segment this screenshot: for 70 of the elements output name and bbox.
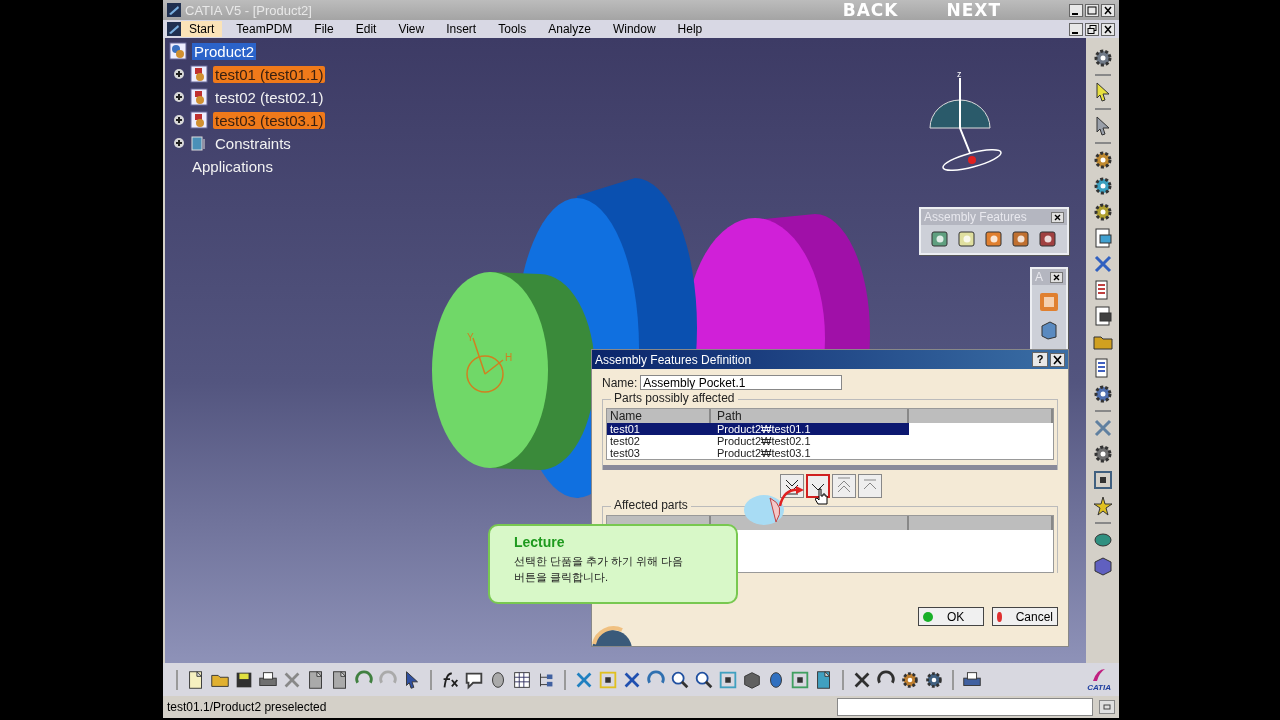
cancel-button[interactable]: Cancel <box>992 607 1058 626</box>
ok-button[interactable]: OK <box>918 607 984 626</box>
tree-item[interactable]: Constraints <box>213 134 293 152</box>
close-icon[interactable] <box>1101 22 1115 36</box>
tree-item[interactable]: test03 (test03.1) <box>213 111 326 129</box>
table-cell-text: test01 <box>609 423 641 435</box>
close-icon[interactable] <box>1050 352 1065 367</box>
expand-icon[interactable] <box>173 137 185 149</box>
menu-item[interactable]: Analyze <box>540 21 599 37</box>
dialog-title: Assembly Features Definition <box>595 352 753 367</box>
compass-drawing: z <box>920 68 1010 178</box>
table-cell-text: test03 <box>609 447 641 459</box>
menu-item[interactable]: TeamPDM <box>228 21 301 37</box>
menu-item[interactable]: Help <box>669 21 711 37</box>
cube-icon[interactable] <box>1037 228 1059 250</box>
app-icon[interactable] <box>167 22 181 36</box>
field-label: Name: <box>602 375 638 390</box>
table-row[interactable]: test03 Product2₩test03.1 <box>607 447 909 459</box>
name-field[interactable]: Assembly Pocket.1 <box>640 375 843 390</box>
table-row[interactable]: test02 Product2₩test02.1 <box>607 435 909 447</box>
part-icon <box>190 88 208 106</box>
menu-item[interactable]: Edit <box>347 21 385 37</box>
cube-icon[interactable] <box>1038 319 1060 341</box>
cube-icon[interactable] <box>1010 228 1032 250</box>
callout-title: Lecture <box>514 534 566 550</box>
part-icon <box>190 65 208 83</box>
table-cell-text: test02 <box>609 435 641 447</box>
menu-item[interactable]: View <box>390 21 433 37</box>
minimize-icon[interactable] <box>1069 3 1083 17</box>
help-button[interactable]: ? <box>1032 352 1048 367</box>
group-title: Parts possibly affected <box>611 391 738 405</box>
move-down-icon[interactable] <box>806 474 830 498</box>
hole-icon[interactable] <box>956 228 978 250</box>
close-icon[interactable] <box>1101 3 1115 17</box>
close-icon[interactable] <box>1050 271 1063 283</box>
command-field[interactable] <box>837 698 1093 716</box>
move-up-icon[interactable] <box>858 474 882 498</box>
cube-icon[interactable] <box>929 228 951 250</box>
menu-item[interactable]: Window <box>604 21 664 37</box>
expand-icon[interactable] <box>173 68 185 80</box>
tree-item[interactable]: Product2 <box>192 42 257 60</box>
constraints-icon <box>190 134 208 152</box>
table-row[interactable]: test01 Product2₩test01.1 <box>607 423 909 435</box>
window-title: CATIA V5 - [Product2] <box>185 2 313 18</box>
catia-logo: CATIA <box>1087 667 1111 692</box>
small-button-icon[interactable] <box>1099 700 1115 714</box>
status-text: test01.1/Product2 preselected <box>167 700 328 714</box>
expand-icon[interactable] <box>173 91 185 103</box>
menu-item[interactable]: Start <box>181 21 223 37</box>
maximize-icon[interactable] <box>1085 3 1099 17</box>
app-icon <box>167 3 181 17</box>
hand-cursor-icon <box>815 488 829 506</box>
tree-item[interactable]: Applications <box>190 157 275 175</box>
group-title: Affected parts <box>611 498 691 512</box>
product-icon <box>169 42 187 60</box>
callout-text: 버튼을 클릭합니다. <box>514 570 610 585</box>
table-cell-text: Product2₩test03.1 <box>716 447 812 459</box>
minimize-icon[interactable] <box>1069 22 1083 36</box>
menu-item[interactable]: File <box>306 21 342 37</box>
restore-icon[interactable] <box>1085 22 1099 36</box>
table-cell-text: Product2₩test01.1 <box>716 423 812 435</box>
menu-item[interactable]: Tools <box>490 21 535 37</box>
part-icon <box>190 111 208 129</box>
tree-item[interactable]: test02 (test02.1) <box>213 88 326 106</box>
table-cell-text: Product2₩test02.1 <box>716 435 812 447</box>
menu-item[interactable]: Insert <box>438 21 485 37</box>
expand-icon[interactable] <box>173 114 185 126</box>
close-icon[interactable] <box>1051 211 1064 223</box>
callout-text: 선택한 단품을 추가 하기 위해 다음 <box>514 554 685 569</box>
tree-item[interactable]: test01 (test01.1) <box>213 65 326 83</box>
